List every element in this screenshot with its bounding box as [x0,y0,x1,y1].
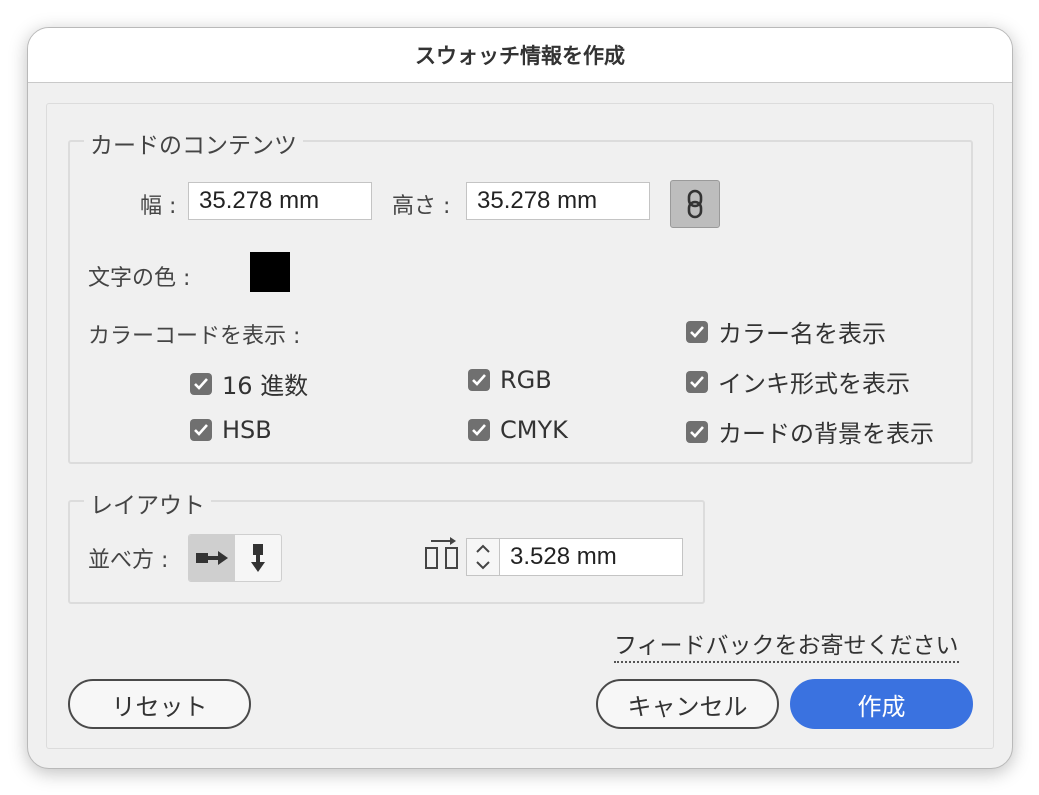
link-icon [687,189,703,219]
layout-legend: レイアウト [84,486,211,520]
arrange-horizontal-button[interactable] [189,535,235,581]
spacing-icon [425,537,458,569]
checkbox-ink-format-label: インキ形式を表示 [718,370,910,398]
checkbox-rgb[interactable]: RGB [468,366,552,394]
checkbox-hex[interactable]: 16 進数 [190,366,308,401]
checkmark-icon [686,320,708,343]
link-dimensions-button[interactable] [670,180,720,228]
card-content-legend: カードのコンテンツ [84,126,303,160]
height-field[interactable]: 35.278 mm [466,182,650,220]
checkmark-icon [190,372,212,395]
dialog-body: カードのコンテンツ 幅 : 35.278 mm 高さ : 35.278 mm 文… [46,103,994,749]
spacing-stepper[interactable] [466,538,500,576]
checkbox-color-name-label: カラー名を表示 [718,320,886,348]
chevron-up-icon [476,544,490,553]
checkbox-cmyk[interactable]: CMYK [468,416,568,444]
checkmark-icon [686,370,708,393]
checkbox-rgb-label: RGB [500,366,552,394]
height-label: 高さ : [392,194,451,219]
checkbox-card-background[interactable]: カードの背景を表示 [686,414,934,449]
checkbox-color-name[interactable]: カラー名を表示 [686,314,886,349]
width-field[interactable]: 35.278 mm [188,182,372,220]
reset-button[interactable]: リセット [68,679,251,729]
cancel-button[interactable]: キャンセル [596,679,779,729]
create-button[interactable]: 作成 [790,679,973,729]
checkbox-cmyk-label: CMYK [500,416,568,444]
arrange-vertical-button[interactable] [235,535,281,581]
checkbox-card-background-label: カードの背景を表示 [718,420,934,448]
card-content-group: カードのコンテンツ 幅 : 35.278 mm 高さ : 35.278 mm 文… [68,126,973,464]
checkbox-hsb-label: HSB [222,416,272,444]
checkbox-ink-format[interactable]: インキ形式を表示 [686,364,910,399]
spacing-field[interactable]: 3.528 mm [499,538,683,576]
checkmark-icon [190,419,212,441]
arrange-label: 並べ方 : [88,548,169,573]
color-code-label: カラーコードを表示 : [88,324,301,349]
chevron-down-icon [476,561,490,570]
width-label: 幅 : [140,194,177,219]
layout-group: レイアウト 並べ方 : 3.528 mm [68,486,705,604]
checkmark-icon [686,420,708,443]
dialog: スウォッチ情報を作成 カードのコンテンツ 幅 : 35.278 mm 高さ : … [27,27,1013,769]
checkmark-icon [468,369,490,391]
text-color-label: 文字の色 : [88,266,191,291]
arrange-segmented-control [188,534,282,582]
checkbox-hex-label: 16 進数 [222,372,309,400]
arrange-vertical-icon [251,544,265,572]
checkmark-icon [468,419,490,441]
text-color-swatch[interactable] [250,252,290,292]
dialog-title: スウォッチ情報を作成 [28,28,1012,83]
arrange-horizontal-icon [196,551,228,565]
checkbox-hsb[interactable]: HSB [190,416,272,444]
feedback-link[interactable]: フィードバックをお寄せください [614,626,959,663]
